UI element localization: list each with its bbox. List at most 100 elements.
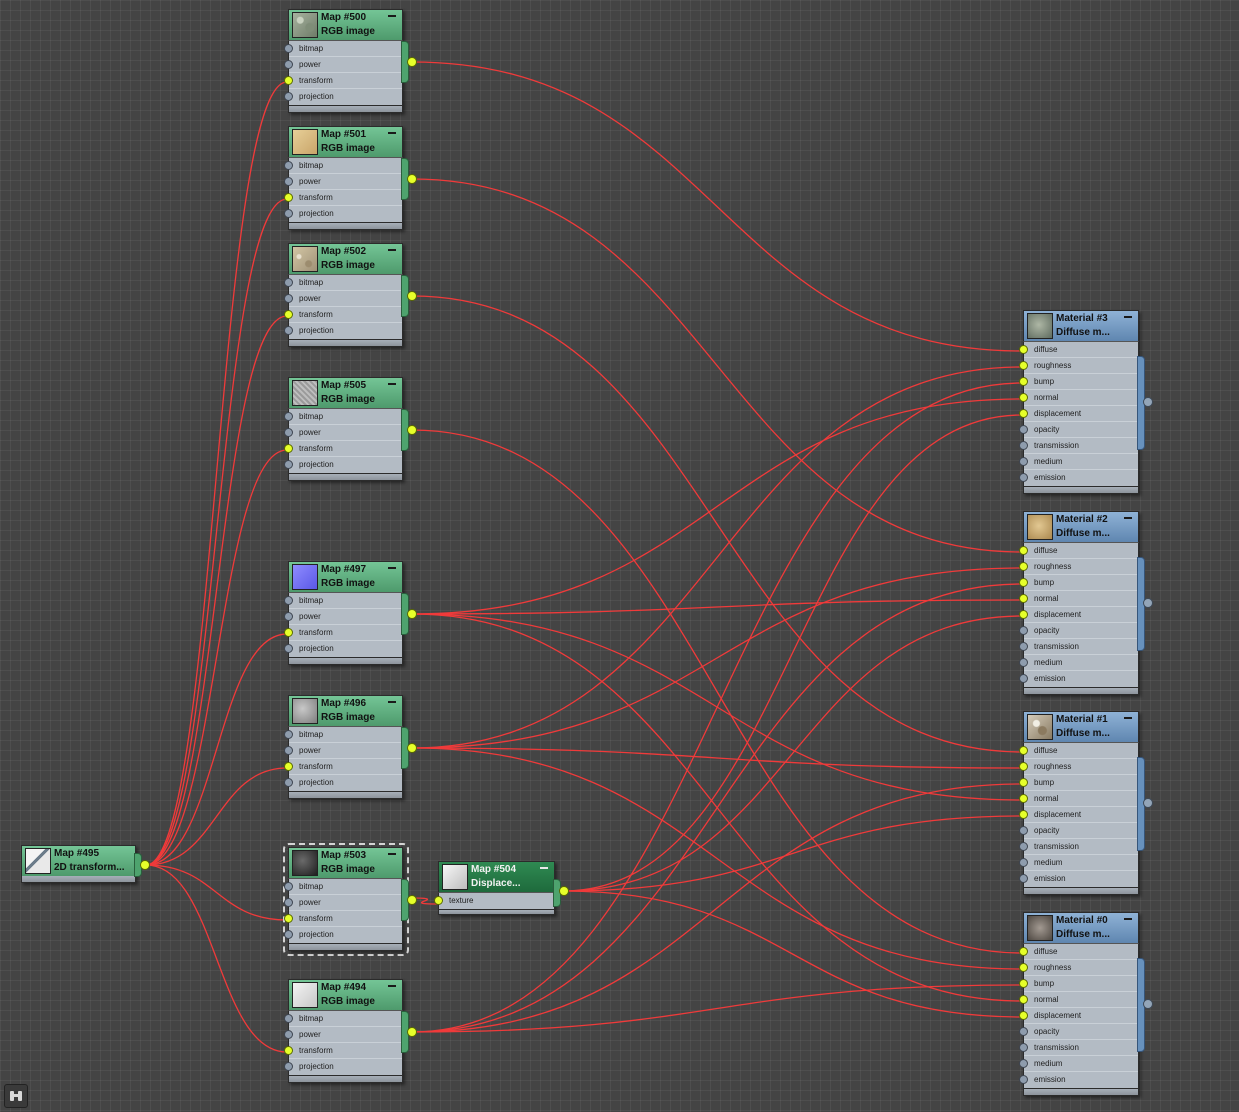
- socket-icon[interactable]: [284, 1062, 293, 1071]
- socket-icon[interactable]: [284, 596, 293, 605]
- node-header[interactable]: Map #504 Displace...: [438, 861, 555, 892]
- socket-icon[interactable]: [1019, 642, 1028, 651]
- socket-icon[interactable]: [1019, 1043, 1028, 1052]
- socket-icon[interactable]: [1019, 658, 1028, 667]
- socket-connected-icon[interactable]: [1019, 578, 1028, 587]
- input-normal[interactable]: normal: [1019, 390, 1138, 406]
- node-header[interactable]: Material #1 Diffuse m...: [1023, 711, 1139, 742]
- socket-icon[interactable]: [1019, 826, 1028, 835]
- node-header[interactable]: Map #496 RGB image: [288, 695, 403, 726]
- input-medium[interactable]: medium: [1019, 655, 1138, 671]
- input-power[interactable]: power: [284, 609, 402, 625]
- socket-icon[interactable]: [1019, 874, 1028, 883]
- input-transmission[interactable]: transmission: [1019, 639, 1138, 655]
- node-header[interactable]: Map #497 RGB image: [288, 561, 403, 592]
- socket-icon[interactable]: [1019, 441, 1028, 450]
- input-transform[interactable]: transform: [284, 441, 402, 457]
- output-socket[interactable]: [407, 609, 417, 619]
- socket-connected-icon[interactable]: [1019, 947, 1028, 956]
- input-roughness[interactable]: roughness: [1019, 358, 1138, 374]
- node-material-3[interactable]: Material #3 Diffuse m... diffuse roughne…: [1019, 310, 1153, 494]
- socket-icon[interactable]: [284, 882, 293, 891]
- minimize-icon[interactable]: [388, 701, 396, 703]
- input-transform[interactable]: transform: [284, 911, 402, 927]
- input-projection[interactable]: projection: [284, 775, 402, 791]
- socket-icon[interactable]: [1019, 1075, 1028, 1084]
- socket-connected-icon[interactable]: [1019, 810, 1028, 819]
- socket-icon[interactable]: [284, 44, 293, 53]
- socket-connected-icon[interactable]: [1019, 1011, 1028, 1020]
- socket-icon[interactable]: [284, 161, 293, 170]
- input-texture[interactable]: texture: [434, 893, 554, 909]
- socket-connected-icon[interactable]: [1019, 794, 1028, 803]
- input-transform[interactable]: transform: [284, 1043, 402, 1059]
- socket-icon[interactable]: [1019, 842, 1028, 851]
- socket-connected-icon[interactable]: [284, 914, 293, 923]
- socket-connected-icon[interactable]: [1019, 778, 1028, 787]
- node-map-504[interactable]: Map #504 Displace... texture: [434, 861, 569, 915]
- minimize-icon[interactable]: [1124, 918, 1132, 920]
- minimize-icon[interactable]: [1124, 717, 1132, 719]
- input-diffuse[interactable]: diffuse: [1019, 944, 1138, 960]
- socket-icon[interactable]: [1019, 1059, 1028, 1068]
- node-map-502[interactable]: Map #502 RGB image bitmap power transfor…: [284, 243, 417, 347]
- navigator-button[interactable]: [4, 1084, 28, 1108]
- socket-icon[interactable]: [284, 612, 293, 621]
- node-header[interactable]: Map #502 RGB image: [288, 243, 403, 274]
- output-socket[interactable]: [140, 860, 150, 870]
- socket-connected-icon[interactable]: [1019, 995, 1028, 1004]
- socket-icon[interactable]: [284, 1030, 293, 1039]
- socket-icon[interactable]: [1019, 1027, 1028, 1036]
- input-projection[interactable]: projection: [284, 206, 402, 222]
- socket-connected-icon[interactable]: [1019, 746, 1028, 755]
- minimize-icon[interactable]: [388, 132, 396, 134]
- minimize-icon[interactable]: [1124, 316, 1132, 318]
- socket-connected-icon[interactable]: [284, 310, 293, 319]
- node-map-494[interactable]: Map #494 RGB image bitmap power transfor…: [284, 979, 417, 1083]
- input-power[interactable]: power: [284, 174, 402, 190]
- socket-icon[interactable]: [284, 644, 293, 653]
- input-opacity[interactable]: opacity: [1019, 823, 1138, 839]
- node-header[interactable]: Map #503 RGB image: [288, 847, 403, 878]
- input-medium[interactable]: medium: [1019, 855, 1138, 871]
- socket-icon[interactable]: [284, 746, 293, 755]
- input-displacement[interactable]: displacement: [1019, 406, 1138, 422]
- minimize-icon[interactable]: [388, 249, 396, 251]
- input-bitmap[interactable]: bitmap: [284, 727, 402, 743]
- node-map-500[interactable]: Map #500 RGB image bitmap power transfor…: [284, 9, 417, 113]
- socket-icon[interactable]: [284, 209, 293, 218]
- socket-connected-icon[interactable]: [1019, 393, 1028, 402]
- input-opacity[interactable]: opacity: [1019, 1024, 1138, 1040]
- input-bitmap[interactable]: bitmap: [284, 409, 402, 425]
- socket-icon[interactable]: [284, 730, 293, 739]
- node-header[interactable]: Material #2 Diffuse m...: [1023, 511, 1139, 542]
- socket-icon[interactable]: [1019, 457, 1028, 466]
- input-bitmap[interactable]: bitmap: [284, 275, 402, 291]
- socket-icon[interactable]: [1019, 425, 1028, 434]
- input-emission[interactable]: emission: [1019, 871, 1138, 887]
- input-displacement[interactable]: displacement: [1019, 807, 1138, 823]
- socket-icon[interactable]: [1019, 473, 1028, 482]
- socket-connected-icon[interactable]: [1019, 562, 1028, 571]
- input-diffuse[interactable]: diffuse: [1019, 342, 1138, 358]
- input-transform[interactable]: transform: [284, 759, 402, 775]
- node-map-497[interactable]: Map #497 RGB image bitmap power transfor…: [284, 561, 417, 665]
- output-socket[interactable]: [407, 57, 417, 67]
- node-material-0[interactable]: Material #0 Diffuse m... diffuse roughne…: [1019, 912, 1153, 1096]
- socket-connected-icon[interactable]: [1019, 610, 1028, 619]
- socket-icon[interactable]: [284, 294, 293, 303]
- socket-connected-icon[interactable]: [284, 193, 293, 202]
- node-header[interactable]: Map #500 RGB image: [288, 9, 403, 40]
- node-material-2[interactable]: Material #2 Diffuse m... diffuse roughne…: [1019, 511, 1153, 695]
- socket-icon[interactable]: [284, 1014, 293, 1023]
- input-bitmap[interactable]: bitmap: [284, 593, 402, 609]
- input-transform[interactable]: transform: [284, 73, 402, 89]
- input-power[interactable]: power: [284, 1027, 402, 1043]
- output-socket[interactable]: [1143, 798, 1153, 808]
- socket-icon[interactable]: [1019, 626, 1028, 635]
- socket-connected-icon[interactable]: [1019, 546, 1028, 555]
- socket-connected-icon[interactable]: [1019, 963, 1028, 972]
- input-medium[interactable]: medium: [1019, 1056, 1138, 1072]
- socket-connected-icon[interactable]: [1019, 409, 1028, 418]
- minimize-icon[interactable]: [388, 985, 396, 987]
